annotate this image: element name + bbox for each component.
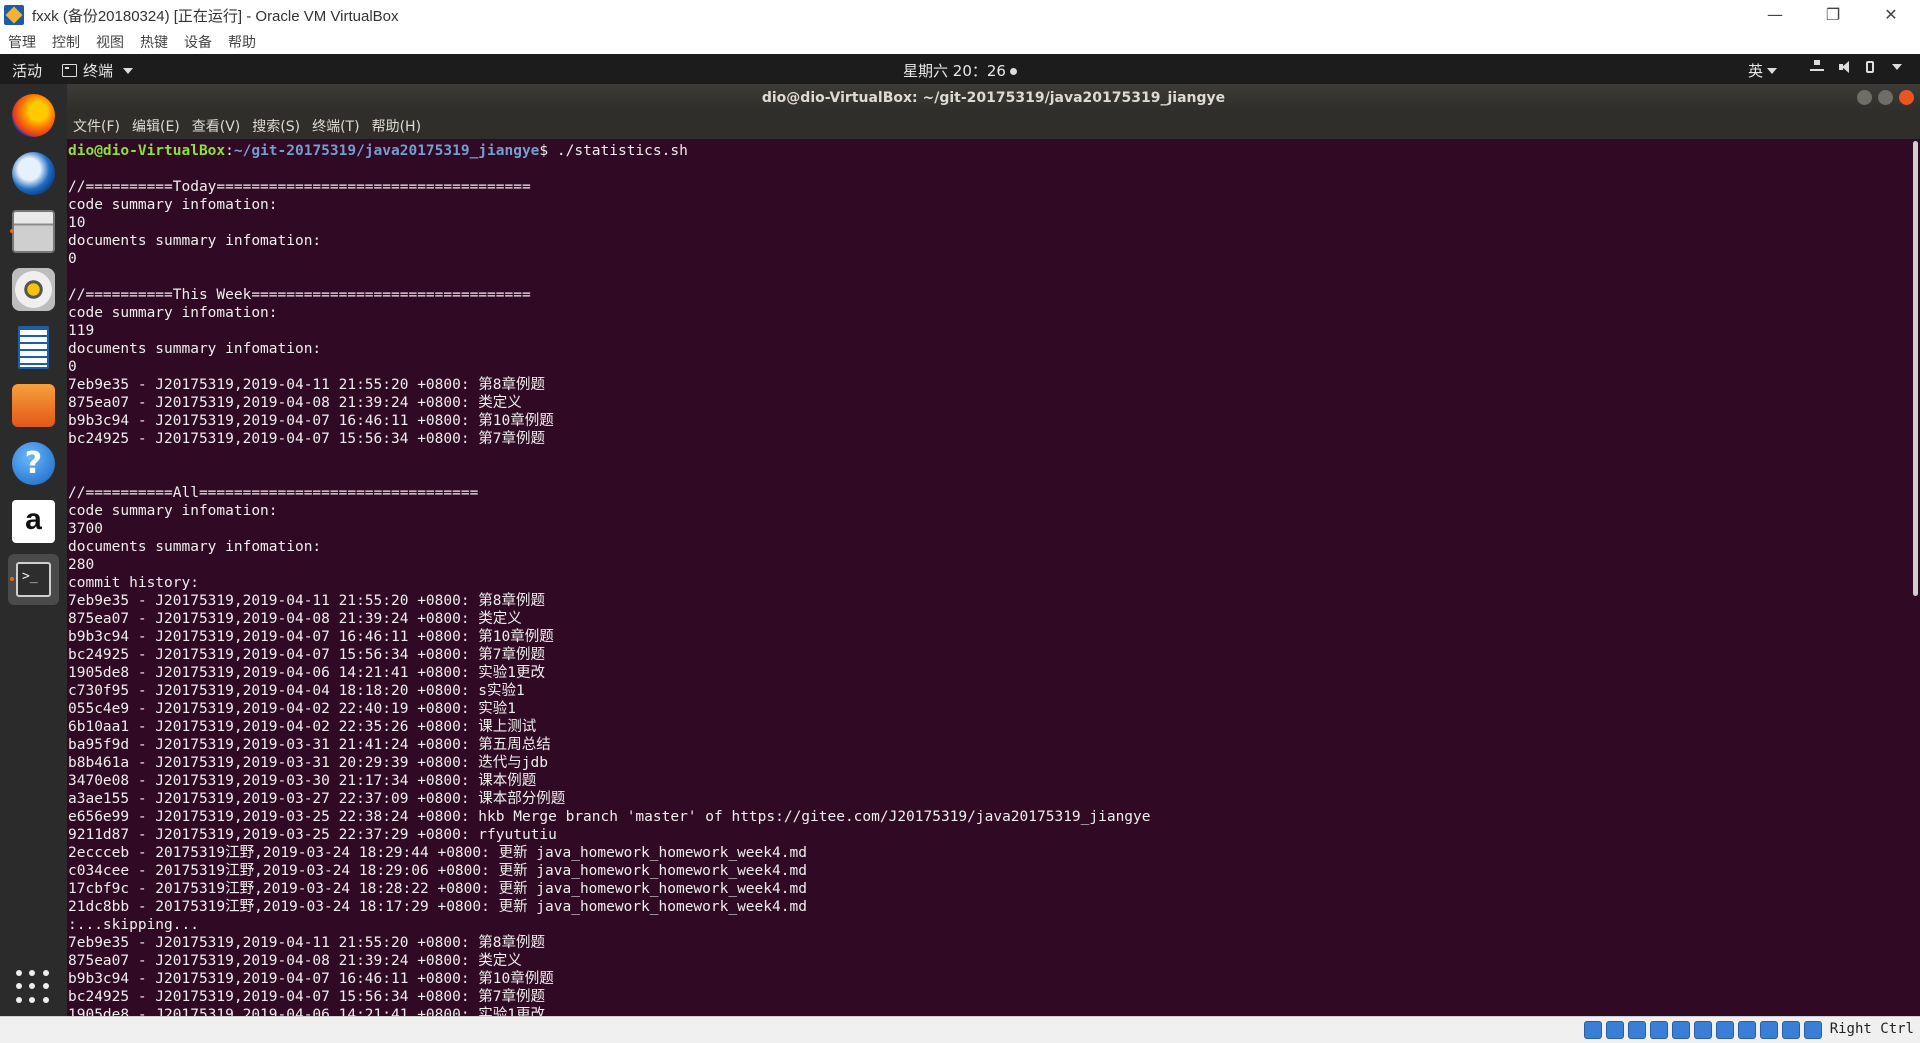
gnome-top-bar: 活动 终端 星期六 20：26 英: [0, 54, 1920, 84]
thunderbird-icon[interactable]: [8, 148, 59, 199]
rhythmbox-icon[interactable]: [8, 264, 59, 315]
video-capture-icon[interactable]: [1738, 1021, 1756, 1039]
menu-hotkeys[interactable]: 热键: [132, 32, 176, 52]
hard-disk-icon[interactable]: [1584, 1021, 1602, 1039]
menu-devices[interactable]: 设备: [176, 32, 220, 52]
software-center-icon[interactable]: [8, 380, 59, 431]
terminal-menubar: 文件(F) 编辑(E) 查看(V) 搜索(S) 终端(T) 帮助(H): [67, 112, 1920, 139]
terminal-minimize-button[interactable]: [1857, 90, 1872, 105]
chevron-down-icon: [1767, 67, 1778, 74]
ubuntu-dock: ? a >_: [0, 84, 67, 1016]
prompt-user: dio@dio-VirtualBox: [68, 143, 226, 159]
firefox-icon[interactable]: [8, 90, 59, 141]
prompt-command: $ ./statistics.sh: [539, 143, 688, 159]
menu-manage[interactable]: 管理: [0, 32, 44, 52]
network-icon: [1810, 60, 1824, 74]
terminal-content: dio@dio-VirtualBox:~/git-20175319/java20…: [68, 142, 1908, 1016]
running-indicator-icon: [10, 229, 14, 233]
notification-dot-icon: [1009, 68, 1017, 75]
network-adapter-icon[interactable]: [1650, 1021, 1668, 1039]
menu-help[interactable]: 帮助: [220, 32, 264, 52]
menu-control[interactable]: 控制: [44, 32, 88, 52]
amazon-icon[interactable]: a: [8, 496, 59, 547]
show-applications-icon[interactable]: [16, 970, 50, 1004]
running-indicator-icon: [10, 577, 14, 581]
menu-search[interactable]: 搜索(S): [246, 116, 306, 136]
close-button[interactable]: ✕: [1862, 0, 1920, 30]
terminal-titlebar: dio@dio-VirtualBox: ~/git-20175319/java2…: [67, 84, 1920, 112]
terminal-output-text: //==========Today=======================…: [68, 179, 1151, 1016]
input-method-label: 英: [1748, 62, 1764, 80]
terminal-output-area[interactable]: dio@dio-VirtualBox:~/git-20175319/java20…: [67, 139, 1920, 1016]
help-icon[interactable]: ?: [8, 438, 59, 489]
virtualbox-app-icon: [4, 5, 24, 25]
clock[interactable]: 星期六 20：26: [0, 60, 1920, 81]
clock-label: 星期六 20：26: [903, 62, 1006, 80]
battery-icon: [1866, 61, 1874, 73]
terminal-window-title: dio@dio-VirtualBox: ~/git-20175319/java2…: [761, 90, 1226, 106]
virtualbox-statusbar: Right Ctrl: [0, 1016, 1920, 1043]
keyboard-capture-icon[interactable]: [1804, 1021, 1822, 1039]
terminal-close-button[interactable]: [1899, 90, 1914, 105]
virtualbox-menubar: 管理 控制 视图 热键 设备 帮助: [0, 30, 1920, 54]
files-icon[interactable]: [8, 206, 59, 257]
virtualbox-titlebar: fxxk (备份20180324) [正在运行] - Oracle VM Vir…: [0, 0, 1920, 30]
host-key-label: Right Ctrl: [1829, 1021, 1914, 1037]
chevron-down-icon: [1892, 64, 1902, 70]
menu-file[interactable]: 文件(F): [67, 116, 126, 136]
display-icon[interactable]: [1716, 1021, 1734, 1039]
shared-folders-icon[interactable]: [1694, 1021, 1712, 1039]
libreoffice-writer-icon[interactable]: [8, 322, 59, 373]
menu-view[interactable]: 查看(V): [186, 116, 247, 136]
system-status-menu[interactable]: [1810, 60, 1902, 74]
restore-button[interactable]: ❐: [1804, 0, 1862, 30]
virtualization-icon[interactable]: [1760, 1021, 1778, 1039]
prompt-path: ~/git-20175319/java20175319_jiangye: [233, 143, 540, 159]
prompt-separator: :: [225, 143, 234, 159]
minimize-button[interactable]: —: [1746, 0, 1804, 30]
input-method-indicator[interactable]: 英: [1748, 60, 1778, 81]
menu-help[interactable]: 帮助(H): [366, 116, 427, 136]
audio-icon[interactable]: [1628, 1021, 1646, 1039]
menu-terminal[interactable]: 终端(T): [306, 116, 365, 136]
usb-icon[interactable]: [1672, 1021, 1690, 1039]
virtualbox-window-title: fxxk (备份20180324) [正在运行] - Oracle VM Vir…: [32, 7, 399, 25]
menu-edit[interactable]: 编辑(E): [126, 116, 186, 136]
terminal-icon[interactable]: >_: [8, 554, 59, 605]
optical-drive-icon[interactable]: [1606, 1021, 1624, 1039]
terminal-maximize-button[interactable]: [1878, 90, 1893, 105]
terminal-scrollbar[interactable]: [1913, 141, 1918, 596]
mouse-integration-icon[interactable]: [1782, 1021, 1800, 1039]
menu-view[interactable]: 视图: [88, 32, 132, 52]
volume-icon: [1838, 60, 1852, 74]
